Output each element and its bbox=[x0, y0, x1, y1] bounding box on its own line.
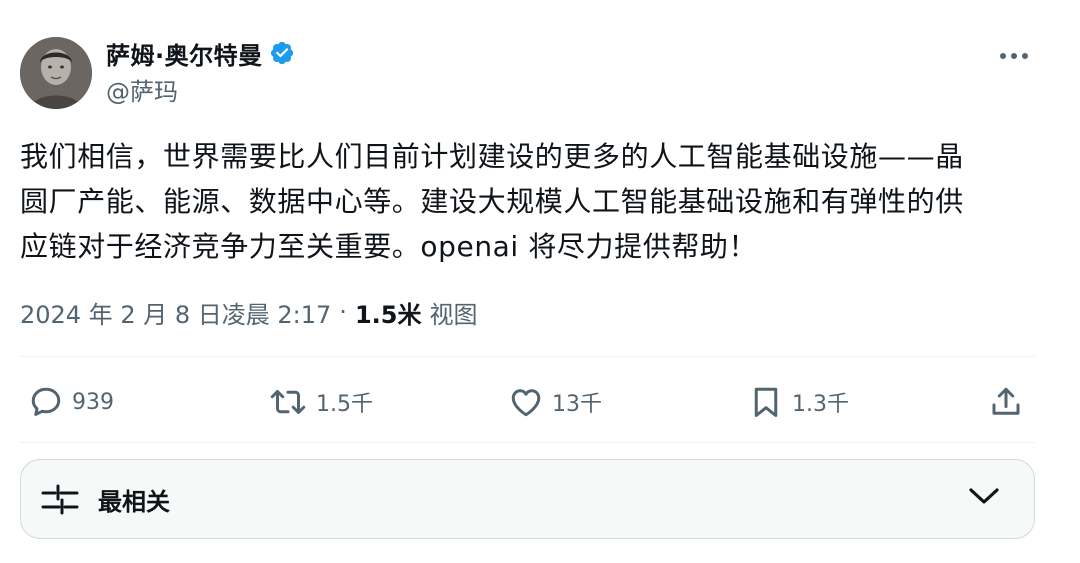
reply-count: 939 bbox=[72, 389, 114, 415]
more-options-button[interactable] bbox=[996, 40, 1032, 72]
more-dots-icon bbox=[1000, 53, 1028, 59]
tweet-detail: 萨姆·奥尔特曼 @萨玛 我们相信，世界需要比人们目前计划建设的更多的人工智能基础… bbox=[0, 0, 1080, 563]
reply-sort-dropdown[interactable]: 最相关 bbox=[20, 459, 1035, 539]
bookmark-button[interactable]: 1.3千 bbox=[748, 372, 849, 432]
bookmark-count: 1.3千 bbox=[792, 392, 849, 417]
divider bbox=[20, 442, 1035, 443]
repost-icon bbox=[270, 390, 306, 414]
repost-button[interactable]: 1.5千 bbox=[268, 372, 373, 432]
like-button[interactable]: 13千 bbox=[508, 372, 602, 432]
verified-badge-icon[interactable] bbox=[269, 40, 295, 66]
meta-separator: · bbox=[339, 298, 347, 326]
name-row: 萨姆·奥尔特曼 bbox=[106, 36, 295, 70]
author-block: 萨姆·奥尔特曼 @萨玛 bbox=[106, 36, 295, 107]
heart-icon bbox=[511, 389, 541, 417]
repost-count: 1.5千 bbox=[316, 392, 373, 417]
sort-sliders-icon bbox=[41, 484, 79, 515]
sort-label: 最相关 bbox=[98, 488, 170, 516]
views-count: 1.5米 bbox=[354, 300, 422, 329]
bookmark-icon bbox=[754, 387, 778, 417]
tweet-text-line: 应链对于经济竞争力至关重要。openai 将尽力提供帮助！ bbox=[20, 230, 758, 263]
avatar[interactable] bbox=[20, 37, 92, 109]
tweet-text-line: 圆厂产能、能源、数据中心等。建设大规模人工智能基础设施和有弹性的供 bbox=[20, 185, 964, 218]
reply-icon bbox=[31, 387, 61, 416]
tweet-text: 我们相信，世界需要比人们目前计划建设的更多的人工智能基础设施——晶 圆厂产能、能… bbox=[20, 134, 1040, 269]
display-name[interactable]: 萨姆·奥尔特曼 bbox=[106, 36, 263, 71]
divider bbox=[20, 356, 1035, 357]
handle[interactable]: @萨玛 bbox=[106, 72, 295, 107]
tweet-meta: 2024 年 2 月 8 日凌晨 2:17 · 1.5米 视图 bbox=[20, 292, 477, 332]
timestamp-link[interactable]: 2024 年 2 月 8 日凌晨 2:17 bbox=[20, 295, 331, 330]
views-label: 视图 bbox=[429, 300, 478, 329]
action-bar: 939 1.5千 13千 1.3千 bbox=[20, 372, 1035, 432]
like-count: 13千 bbox=[552, 392, 602, 417]
reply-button[interactable]: 939 bbox=[28, 372, 114, 432]
share-icon bbox=[992, 387, 1020, 415]
avatar-photo bbox=[20, 37, 92, 109]
chevron-down-icon bbox=[969, 488, 999, 504]
share-button[interactable] bbox=[988, 372, 1024, 432]
tweet-text-line: 我们相信，世界需要比人们目前计划建设的更多的人工智能基础设施——晶 bbox=[20, 140, 964, 173]
